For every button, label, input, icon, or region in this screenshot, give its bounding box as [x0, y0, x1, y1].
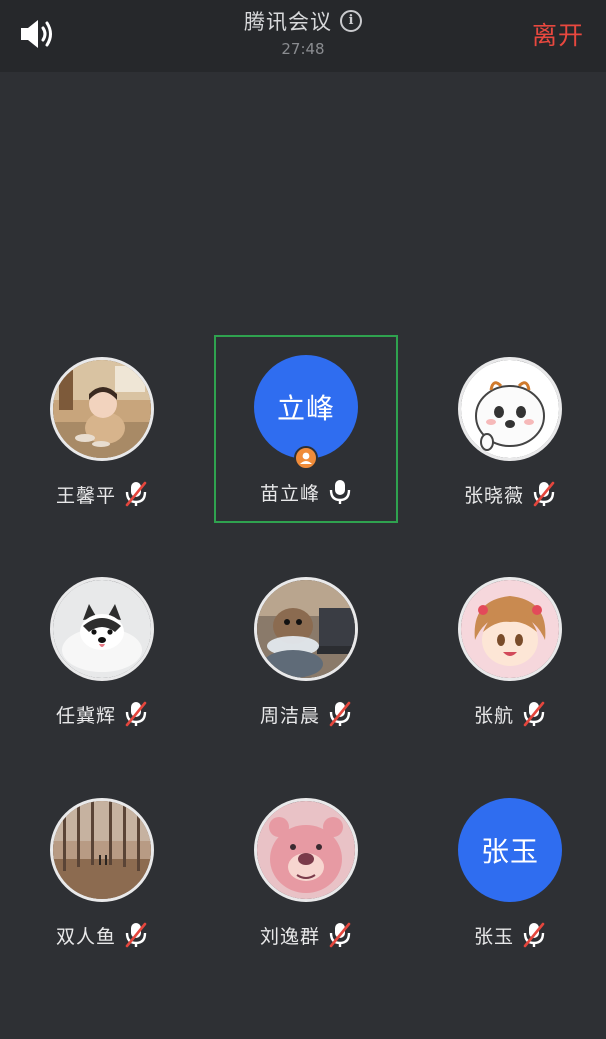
participant-name-row: 张航	[418, 700, 602, 728]
participant-name: 任冀辉	[55, 704, 116, 727]
avatar-text: 张玉	[458, 798, 562, 902]
mic-muted-icon	[125, 481, 147, 507]
mic-on-icon	[329, 480, 351, 504]
participant-tile-2[interactable]: 立峰 苗立峰	[214, 335, 398, 523]
mic-muted-icon	[523, 701, 545, 727]
meeting-title-area: 腾讯会议 i 27:48	[0, 6, 606, 58]
leave-button[interactable]: 离开	[532, 16, 584, 52]
participant-name-row: 王馨平	[10, 480, 194, 508]
participant-name: 双人鱼	[55, 925, 116, 948]
participant-tile-4[interactable]: 任冀辉	[10, 557, 194, 745]
avatar-cartoon-pink-bear	[254, 798, 358, 902]
mic-muted-icon	[329, 701, 351, 727]
participant-name-row: 刘逸群	[214, 921, 398, 949]
avatar-text: 立峰	[254, 355, 358, 459]
participant-tile-9[interactable]: 张玉 张玉	[418, 778, 602, 966]
avatar-photo-forest	[50, 798, 154, 902]
meeting-timer: 27:48	[281, 40, 325, 58]
participant-tile-3[interactable]: 张晓薇	[418, 337, 602, 525]
participant-tile-8[interactable]: 刘逸群	[214, 778, 398, 966]
avatar-photo-husky	[50, 577, 154, 681]
mic-muted-icon	[523, 922, 545, 948]
participant-name-row: 张晓薇	[418, 480, 602, 508]
participant-tile-7[interactable]: 双人鱼	[10, 778, 194, 966]
mic-muted-icon	[125, 701, 147, 727]
mic-muted-icon	[533, 481, 555, 507]
participant-name-row: 周洁晨	[214, 700, 398, 728]
meeting-screen: 腾讯会议 i 27:48 离开 王馨平 立峰 苗立峰 张晓薇 任冀辉 周洁晨 张…	[0, 0, 606, 1039]
participant-name: 张玉	[473, 925, 514, 948]
participant-name: 苗立峰	[259, 482, 320, 505]
participant-name-row: 双人鱼	[10, 921, 194, 949]
participant-tile-6[interactable]: 张航	[418, 557, 602, 745]
participant-name-row: 任冀辉	[10, 700, 194, 728]
avatar-cartoon-bun	[458, 357, 562, 461]
mic-muted-icon	[125, 922, 147, 948]
participant-name: 周洁晨	[259, 704, 320, 727]
participant-name-row: 张玉	[418, 921, 602, 949]
avatar-cartoon-girl	[458, 577, 562, 681]
info-icon[interactable]: i	[340, 10, 362, 32]
participant-name: 张晓薇	[463, 484, 524, 507]
participant-tile-5[interactable]: 周洁晨	[214, 557, 398, 745]
host-badge-icon	[294, 446, 318, 470]
participant-name-row: 苗立峰	[214, 478, 398, 506]
meeting-title: 腾讯会议	[244, 10, 332, 34]
participant-name: 刘逸群	[259, 925, 320, 948]
top-bar: 腾讯会议 i 27:48 离开	[0, 0, 606, 72]
mic-muted-icon	[329, 922, 351, 948]
participant-name: 王馨平	[55, 484, 116, 507]
avatar-photo-child	[50, 357, 154, 461]
participant-name: 张航	[473, 704, 514, 727]
avatar-photo-dog-laptop	[254, 577, 358, 681]
participant-tile-1[interactable]: 王馨平	[10, 337, 194, 525]
